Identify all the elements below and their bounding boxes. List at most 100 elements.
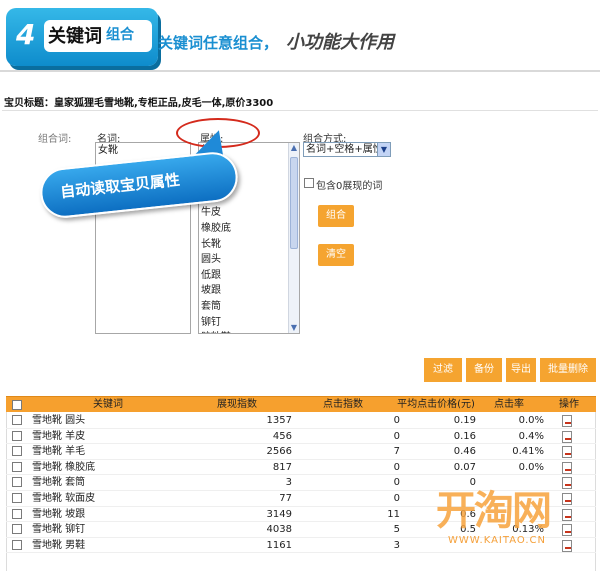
chevron-down-icon[interactable]: ▼ bbox=[377, 143, 390, 156]
cell-keyword: 雪地靴 橡胶底 bbox=[32, 461, 96, 473]
cell-impressions: 817 bbox=[272, 461, 292, 473]
scroll-up-icon[interactable]: ▲ bbox=[289, 143, 299, 153]
cell-clicks: 0 bbox=[393, 415, 400, 426]
cell-clicks: 0 bbox=[393, 461, 400, 473]
cell-keyword: 雪地靴 坡跟 bbox=[32, 508, 86, 520]
cell-clicks: 7 bbox=[393, 446, 400, 458]
panel-divider bbox=[2, 110, 598, 111]
delete-icon[interactable] bbox=[562, 477, 572, 490]
table-row: 雪地靴 羊皮 456 0 0.16 0.4% bbox=[6, 429, 596, 445]
delete-icon[interactable] bbox=[562, 461, 572, 474]
clear-button[interactable]: 清空 bbox=[318, 244, 354, 266]
cell-impressions: 456 bbox=[272, 430, 292, 442]
cell-clicks: 5 bbox=[393, 524, 400, 536]
cell-impressions: 3 bbox=[285, 477, 292, 489]
header-keyword[interactable]: 关键词 bbox=[68, 397, 148, 413]
table-row: 雪地靴 橡胶底 817 0 0.07 0.0% bbox=[6, 460, 596, 476]
cell-impressions: 1357 bbox=[266, 415, 292, 426]
cell-keyword: 雪地靴 套筒 bbox=[32, 477, 86, 489]
header-impressions[interactable]: 展现指数 bbox=[202, 397, 272, 413]
row-checkbox[interactable] bbox=[12, 461, 22, 472]
cell-clicks: 0 bbox=[393, 430, 400, 442]
delete-icon[interactable] bbox=[562, 524, 572, 537]
delete-icon[interactable] bbox=[562, 493, 572, 505]
export-button[interactable]: 导出 bbox=[506, 358, 536, 382]
cell-keyword: 雪地靴 软面皮 bbox=[32, 493, 96, 504]
attribute-item[interactable]: 套筒 bbox=[199, 299, 299, 315]
method-select-value: 名词+空格+属性 bbox=[306, 144, 383, 155]
cell-clicks: 0 bbox=[393, 493, 400, 504]
banner-subtitle: 关键词任意组合， bbox=[158, 34, 279, 52]
attribute-item[interactable]: 铆钉 bbox=[199, 315, 299, 331]
cell-impressions: 2566 bbox=[266, 446, 292, 458]
cell-keyword: 雪地靴 羊毛 bbox=[32, 446, 86, 458]
delete-icon[interactable] bbox=[562, 446, 572, 459]
batch-delete-button[interactable]: 批量删除 bbox=[540, 358, 596, 382]
row-checkbox[interactable] bbox=[12, 524, 22, 535]
delete-icon[interactable] bbox=[562, 415, 572, 427]
filter-button[interactable]: 过滤 bbox=[424, 358, 462, 382]
combo-label: 组合词: bbox=[38, 134, 72, 145]
row-checkbox[interactable] bbox=[12, 430, 22, 441]
badge-subtitle: 组合 bbox=[106, 27, 134, 43]
header-clicks[interactable]: 点击指数 bbox=[308, 397, 378, 413]
attribute-item[interactable]: 长靴 bbox=[199, 237, 299, 253]
row-checkbox[interactable] bbox=[12, 539, 22, 550]
banner-divider bbox=[0, 70, 600, 72]
header-avg-price[interactable]: 平均点击价格(元) bbox=[390, 397, 482, 413]
cell-impressions: 3149 bbox=[266, 508, 292, 520]
banner-slogan: 小功能大作用 bbox=[286, 32, 394, 53]
include-zero-checkbox[interactable] bbox=[304, 178, 314, 188]
scroll-down-icon[interactable]: ▼ bbox=[289, 323, 299, 333]
cell-clicks: 0 bbox=[393, 477, 400, 489]
product-title: 宝贝标题：皇家狐狸毛雪地靴,专柜正品,皮毛一体,原价3300 bbox=[4, 98, 274, 109]
cell-keyword: 雪地靴 羊皮 bbox=[32, 430, 86, 442]
cell-impressions: 4038 bbox=[266, 524, 292, 536]
cell-avg-price: 0.07 bbox=[453, 461, 476, 473]
cell-avg-price: 0.19 bbox=[453, 415, 476, 426]
cell-keyword: 雪地靴 圆头 bbox=[32, 415, 86, 426]
cell-ctr: 0.41% bbox=[512, 446, 544, 458]
cell-ctr: 0.0% bbox=[518, 461, 544, 473]
cell-clicks: 3 bbox=[393, 539, 400, 551]
cell-keyword: 雪地靴 铆钉 bbox=[32, 524, 86, 536]
header-ctr[interactable]: 点击率 bbox=[482, 397, 536, 413]
row-checkbox[interactable] bbox=[12, 493, 22, 503]
delete-icon[interactable] bbox=[562, 539, 572, 552]
select-all-checkbox[interactable] bbox=[12, 400, 22, 410]
cell-avg-price: 0.46 bbox=[453, 446, 476, 458]
table-row: 雪地靴 圆头 1357 0 0.19 0.0% bbox=[6, 413, 596, 429]
row-checkbox[interactable] bbox=[12, 446, 22, 457]
method-select[interactable]: 名词+空格+属性 ▼ bbox=[303, 142, 391, 157]
attribute-item[interactable]: 圆头 bbox=[199, 252, 299, 268]
row-checkbox[interactable] bbox=[12, 415, 22, 425]
cell-clicks: 11 bbox=[387, 508, 400, 520]
attribute-item[interactable]: 牛皮 bbox=[199, 205, 299, 221]
attribute-item[interactable]: 低跟 bbox=[199, 268, 299, 284]
watermark-logo: 开淘网 bbox=[436, 488, 552, 534]
watermark-url: WWW.KAITAO.CN bbox=[448, 535, 546, 546]
badge-title: 关键词 bbox=[48, 26, 102, 47]
combine-button[interactable]: 组合 bbox=[318, 205, 354, 227]
attribute-item[interactable]: 胶粘鞋 bbox=[199, 330, 299, 333]
cell-impressions: 1161 bbox=[266, 539, 292, 551]
table-header: 关键词 展现指数 点击指数 平均点击价格(元) 点击率 操作 bbox=[6, 396, 596, 412]
backup-button[interactable]: 备份 bbox=[466, 358, 502, 382]
header-banner: 4 关键词 组合 关键词任意组合， 小功能大作用 bbox=[0, 0, 600, 78]
attribute-item[interactable]: 坡跟 bbox=[199, 283, 299, 299]
header-actions: 操作 bbox=[559, 399, 579, 410]
row-checkbox[interactable] bbox=[12, 508, 22, 519]
cell-impressions: 77 bbox=[279, 493, 292, 504]
row-checkbox[interactable] bbox=[12, 477, 22, 488]
attribute-scrollbar[interactable]: ▲ ▼ bbox=[288, 143, 299, 333]
cell-avg-price: 0.16 bbox=[453, 430, 476, 442]
delete-icon[interactable] bbox=[562, 508, 572, 521]
delete-icon[interactable] bbox=[562, 430, 572, 443]
step-badge: 4 关键词 组合 bbox=[6, 8, 158, 66]
table-row: 雪地靴 羊毛 2566 7 0.46 0.41% bbox=[6, 444, 596, 460]
cell-ctr: 0.0% bbox=[518, 415, 544, 426]
attribute-item[interactable]: 橡胶底 bbox=[199, 221, 299, 237]
step-number: 4 bbox=[16, 18, 36, 51]
scroll-thumb[interactable] bbox=[290, 157, 298, 249]
cell-keyword: 雪地靴 男鞋 bbox=[32, 539, 86, 551]
